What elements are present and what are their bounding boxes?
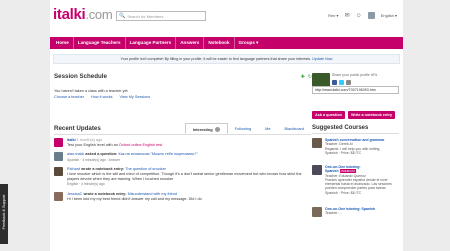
profile-url-field[interactable]: http://www.italki.com/T007196393.htm: [312, 86, 399, 94]
list-item: alan.makk asked a question: Как на испан…: [54, 152, 311, 162]
question-link[interactable]: Как на испанском "Можно тебя поцеловать?…: [119, 152, 198, 156]
schedule-status: You haven't taken a class with a teacher…: [54, 89, 128, 93]
feedback-label: Feedback & Support: [2, 194, 6, 230]
avatar[interactable]: [367, 12, 375, 19]
avatar[interactable]: [312, 138, 322, 148]
nav-language-partners[interactable]: Language Partners: [126, 37, 177, 49]
avatar[interactable]: [54, 166, 63, 176]
gear-icon[interactable]: [214, 127, 220, 133]
course-item: One-on-One tutoring: Spanish Teacher: ..…: [312, 207, 399, 230]
avatar[interactable]: [54, 138, 63, 147]
nav-answers[interactable]: Answers: [176, 37, 205, 49]
feedback-tab[interactable]: Feedback & Support: [0, 184, 8, 244]
search-box[interactable]: 🔍 Search for Members: [116, 11, 206, 21]
search-icon: 🔍: [119, 13, 126, 19]
page: italki.com 🔍 Search for Members Ree ▾ ✉ …: [50, 0, 403, 251]
view-sessions-link[interactable]: View My Sessions: [120, 95, 151, 99]
update-now-link[interactable]: Update Now: [312, 57, 332, 61]
avatar[interactable]: [54, 191, 63, 201]
how-it-works-link[interactable]: How it works: [91, 95, 113, 99]
twitter-icon[interactable]: [339, 80, 344, 85]
course-item: Spanish conversation and grammar Teacher…: [312, 138, 399, 161]
tab-interesting[interactable]: Interesting: [184, 123, 228, 134]
user-link[interactable]: italki: [67, 138, 76, 142]
avatar[interactable]: [54, 152, 63, 162]
list-item: Richard wrote a notebook entry: The ques…: [54, 166, 311, 188]
choose-teacher-link[interactable]: Choose a teacher: [54, 95, 84, 99]
update-feed: italki 1 month(s) ago Test your English …: [54, 138, 311, 206]
avatar[interactable]: [312, 207, 322, 217]
recent-updates-title: Recent Updates: [54, 125, 101, 132]
entry-link[interactable]: The question of snooker: [125, 167, 166, 171]
list-item: italki 1 month(s) ago Test your English …: [54, 138, 311, 148]
facebook-icon[interactable]: [332, 80, 337, 85]
nav-language-teachers[interactable]: Language Teachers: [74, 37, 126, 49]
share-label: Share your public profile URL: [332, 73, 378, 77]
user-link[interactable]: JessicaC: [67, 192, 82, 196]
write-notebook-button[interactable]: Write a notebook entry: [348, 111, 396, 119]
avatar[interactable]: [312, 165, 322, 175]
premium-badge: PREMIUM: [339, 169, 356, 174]
tab-blackboard[interactable]: Blackboard: [278, 123, 311, 134]
header: italki.com 🔍 Search for Members Ree ▾ ✉ …: [50, 0, 403, 37]
header-right: Ree ▾ ✉ ☺ English ▾: [328, 12, 397, 19]
nav-groups[interactable]: Groups ▾: [235, 37, 263, 49]
course-item: One-on-One tutoring: Spanish PREMIUM Tea…: [312, 165, 399, 203]
search-input[interactable]: Search for Members: [127, 14, 163, 19]
user-link[interactable]: Richard: [67, 167, 80, 171]
session-schedule-title: Session Schedule: [54, 73, 107, 80]
language-select[interactable]: English ▾: [381, 13, 397, 18]
people-icon[interactable]: ☺: [356, 13, 362, 19]
ask-question-button[interactable]: Ask a question: [312, 111, 346, 119]
add-icon[interactable]: ✚: [301, 74, 305, 80]
session-schedule: Session Schedule ✚ ↻ You haven't taken a…: [54, 73, 312, 99]
main-nav: Home Language Teachers Language Partners…: [50, 37, 403, 49]
suggested-courses-title: Suggested Courses: [312, 125, 399, 134]
recent-updates-header: Recent Updates Interesting Following Me …: [54, 123, 311, 135]
user-link[interactable]: alan.makk: [67, 152, 84, 156]
mail-icon[interactable]: ✉: [345, 12, 350, 19]
nav-notebook[interactable]: Notebook: [204, 37, 235, 49]
suggested-courses: Suggested Courses Spanish conversation a…: [312, 125, 399, 230]
user-menu[interactable]: Ree ▾: [328, 13, 338, 18]
profile-notice: Your profile isn't complete! By filling …: [53, 54, 400, 64]
tab-me[interactable]: Me: [258, 123, 277, 134]
nav-home[interactable]: Home: [52, 37, 74, 49]
tab-following[interactable]: Following: [228, 123, 258, 134]
logo[interactable]: italki.com: [53, 6, 113, 23]
share-icon[interactable]: [346, 80, 351, 85]
list-item: JessicaC wrote a notebook entry: Misunde…: [54, 191, 311, 202]
share-icons: [332, 80, 351, 85]
entry-link[interactable]: Misunderstand with my friend: [128, 192, 177, 196]
oxford-test-link[interactable]: Oxford online English test: [119, 143, 162, 147]
